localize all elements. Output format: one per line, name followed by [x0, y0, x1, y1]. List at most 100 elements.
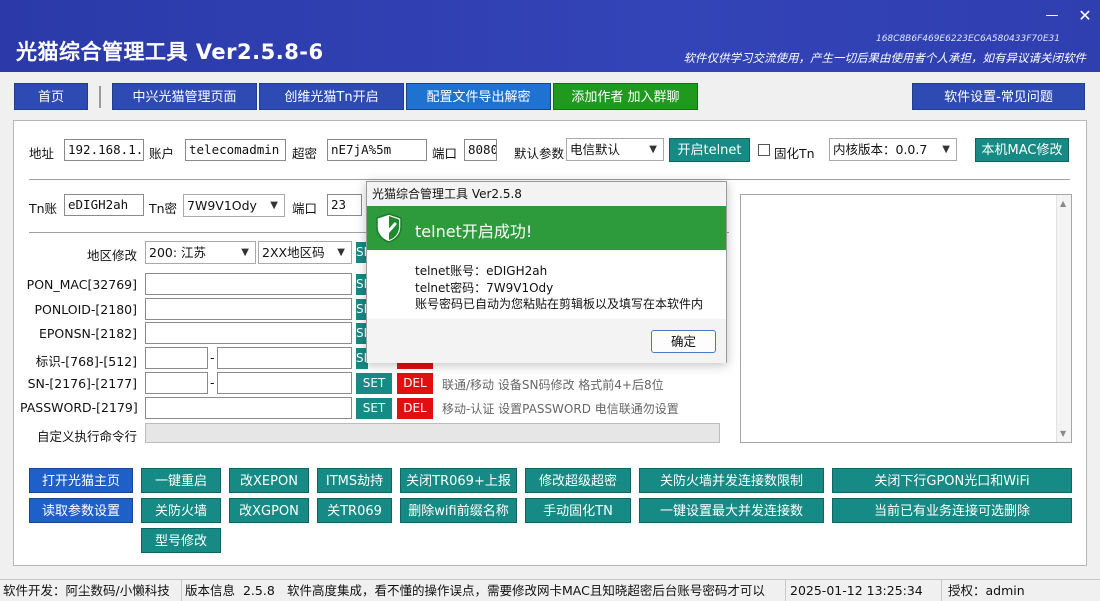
scroll-down-icon[interactable]: ▼: [1060, 429, 1066, 438]
ponloid-input[interactable]: [145, 298, 352, 320]
tr069-off-button[interactable]: 关TR069: [317, 498, 392, 523]
dialog-clipboard-note: 账号密码已自动为您粘贴在剪辑板以及填写在本软件内: [415, 297, 704, 311]
account-input[interactable]: telecomadmin: [185, 139, 286, 161]
xepon-button[interactable]: 改XEPON: [229, 468, 309, 493]
custom-cmd-input[interactable]: [145, 423, 720, 443]
pon-mac-label: PON_MAC[32769]: [26, 277, 137, 292]
nav-zte-button[interactable]: 中兴光猫管理页面: [112, 83, 257, 110]
addr-input[interactable]: 192.168.1.1: [64, 139, 144, 161]
wifi-prefix-delete-button[interactable]: 删除wifi前缀名称: [400, 498, 517, 523]
super-password-button[interactable]: 修改超级超密: [525, 468, 631, 493]
xgpon-button[interactable]: 改XGPON: [229, 498, 309, 523]
status-version-label: 版本信息: [185, 583, 236, 598]
chevron-down-icon: ▼: [942, 144, 950, 155]
password-field-label: PASSWORD-[2179]: [20, 400, 138, 415]
firewall-conn-limit-button[interactable]: 关防火墙并发连接数限制: [639, 468, 824, 493]
tn-account-label: Tn账: [29, 201, 58, 216]
manual-tn-button[interactable]: 手动固化TN: [525, 498, 631, 523]
dialog-title: 光猫综合管理工具 Ver2.5.8: [367, 182, 726, 206]
read-params-button[interactable]: 读取参数设置: [29, 498, 133, 523]
area-code-value: 2XX地区码: [262, 245, 325, 260]
province-select[interactable]: 200: 江苏 ▼: [145, 241, 256, 264]
app-title: 光猫综合管理工具 Ver2.5.8-6: [16, 40, 324, 64]
tn-password-value: 7W9V1Ody: [187, 198, 257, 213]
sn-label: SN-[2176]-[2177]: [27, 376, 137, 391]
sn-hint: 联通/移动 设备SN码修改 格式前4+后8位: [442, 378, 664, 392]
tr069-report-off-button[interactable]: 关闭TR069+上报: [400, 468, 517, 493]
enable-telnet-button[interactable]: 开启telnet: [669, 138, 750, 162]
region-label: 地区修改: [86, 248, 137, 263]
max-conn-button[interactable]: 一键设置最大并发连接数: [639, 498, 824, 523]
password-field-input[interactable]: [145, 397, 352, 419]
default-param-value: 电信默认: [570, 142, 621, 157]
default-param-select[interactable]: 电信默认 ▼: [566, 138, 664, 161]
tn-password-select[interactable]: 7W9V1Ody ▼: [183, 194, 285, 217]
sn-del-button[interactable]: DEL: [397, 373, 433, 394]
pon-mac-input[interactable]: [145, 273, 352, 295]
chevron-down-icon: ▼: [649, 144, 657, 155]
chevron-down-icon: ▼: [241, 247, 249, 258]
model-edit-button[interactable]: 型号修改: [141, 528, 221, 553]
sn-input-2[interactable]: [217, 372, 352, 394]
itms-button[interactable]: ITMS劫持: [317, 468, 392, 493]
password-del-button[interactable]: DEL: [397, 398, 433, 419]
dialog-heading: telnet开启成功!: [415, 222, 533, 241]
tn-account-input[interactable]: eDIGH2ah: [64, 194, 144, 216]
ident-label: 标识-[768]-[512]: [35, 354, 137, 369]
tn-port-label: 端口: [292, 201, 318, 216]
nav-skyworth-tn-button[interactable]: 创维光猫Tn开启: [259, 83, 404, 110]
ident-dash: -: [210, 350, 215, 365]
status-bar: 软件开发：阿尘数码/小懒科技 版本信息 2.5.8 软件高度集成，看不懂的操作误…: [0, 579, 1100, 601]
status-datetime: 2025-01-12 13:25:34: [786, 580, 942, 601]
default-param-label: 默认参数: [514, 146, 565, 161]
dialog-telnet-account: telnet账号：eDIGH2ah: [415, 264, 548, 278]
eponsn-input[interactable]: [145, 322, 352, 344]
ident-input-2[interactable]: [217, 347, 352, 369]
ident-input-1[interactable]: [145, 347, 208, 369]
account-label: 账户: [149, 146, 175, 161]
reboot-button[interactable]: 一键重启: [141, 468, 221, 493]
tn-port-input[interactable]: 23: [327, 194, 362, 216]
firewall-off-button[interactable]: 关防火墙: [141, 498, 221, 523]
sn-dash: -: [210, 375, 215, 390]
sn-set-button[interactable]: SET: [356, 373, 392, 394]
telnet-success-dialog: 光猫综合管理工具 Ver2.5.8 telnet开启成功! telnet账号：e…: [366, 181, 727, 363]
port-label: 端口: [432, 146, 458, 161]
dialog-header: telnet开启成功!: [367, 206, 726, 250]
minimize-icon[interactable]: —: [1040, 4, 1064, 28]
status-notice: 软件高度集成，看不懂的操作误点，需要修改网卡MAC且知晓超密后台账号密码才可以: [284, 580, 786, 601]
ok-button[interactable]: 确定: [651, 330, 716, 353]
chevron-down-icon: ▼: [270, 200, 278, 211]
close-icon[interactable]: ✕: [1072, 4, 1098, 28]
sn-input-1[interactable]: [145, 372, 208, 394]
open-home-button[interactable]: 打开光猫主页: [29, 468, 133, 493]
password-input[interactable]: nE7jA%5m: [327, 139, 427, 161]
area-code-select[interactable]: 2XX地区码 ▼: [258, 241, 352, 264]
kernel-version-value: 内核版本：0.0.7: [833, 142, 928, 157]
province-value: 200: 江苏: [149, 245, 207, 260]
password-set-button[interactable]: SET: [356, 398, 392, 419]
shield-check-icon: [376, 213, 402, 243]
nav-add-author-button[interactable]: 添加作者 加入群聊: [553, 83, 698, 110]
status-auth: 授权：admin: [948, 583, 1025, 598]
nav-separator: [99, 86, 101, 108]
output-textarea[interactable]: ▲ ▼: [740, 194, 1072, 443]
nav-config-export-button[interactable]: 配置文件导出解密: [406, 83, 551, 110]
scroll-up-icon[interactable]: ▲: [1060, 199, 1066, 208]
nav-settings-faq-button[interactable]: 软件设置-常见问题: [912, 83, 1085, 110]
tn-password-label: Tn密: [149, 201, 178, 216]
port-input[interactable]: 8080: [464, 139, 497, 161]
fix-tn-checkbox[interactable]: [758, 144, 770, 156]
status-version-value: 2.5.8: [242, 583, 275, 598]
divider: [29, 179, 1070, 180]
textarea-scrollbar[interactable]: ▲ ▼: [1056, 195, 1071, 442]
nav-home-button[interactable]: 首页: [14, 83, 88, 110]
ponloid-label: PONLOID-[2180]: [34, 302, 137, 317]
status-version: 版本信息 2.5.8: [182, 580, 284, 601]
mac-change-button[interactable]: 本机MAC修改: [975, 138, 1069, 162]
delete-connections-button[interactable]: 当前已有业务连接可选删除: [832, 498, 1072, 523]
chevron-down-icon: ▼: [337, 247, 345, 258]
addr-label: 地址: [29, 146, 55, 161]
kernel-version-select[interactable]: 内核版本：0.0.7 ▼: [829, 138, 957, 161]
gpon-wifi-off-button[interactable]: 关闭下行GPON光口和WiFi: [832, 468, 1072, 493]
